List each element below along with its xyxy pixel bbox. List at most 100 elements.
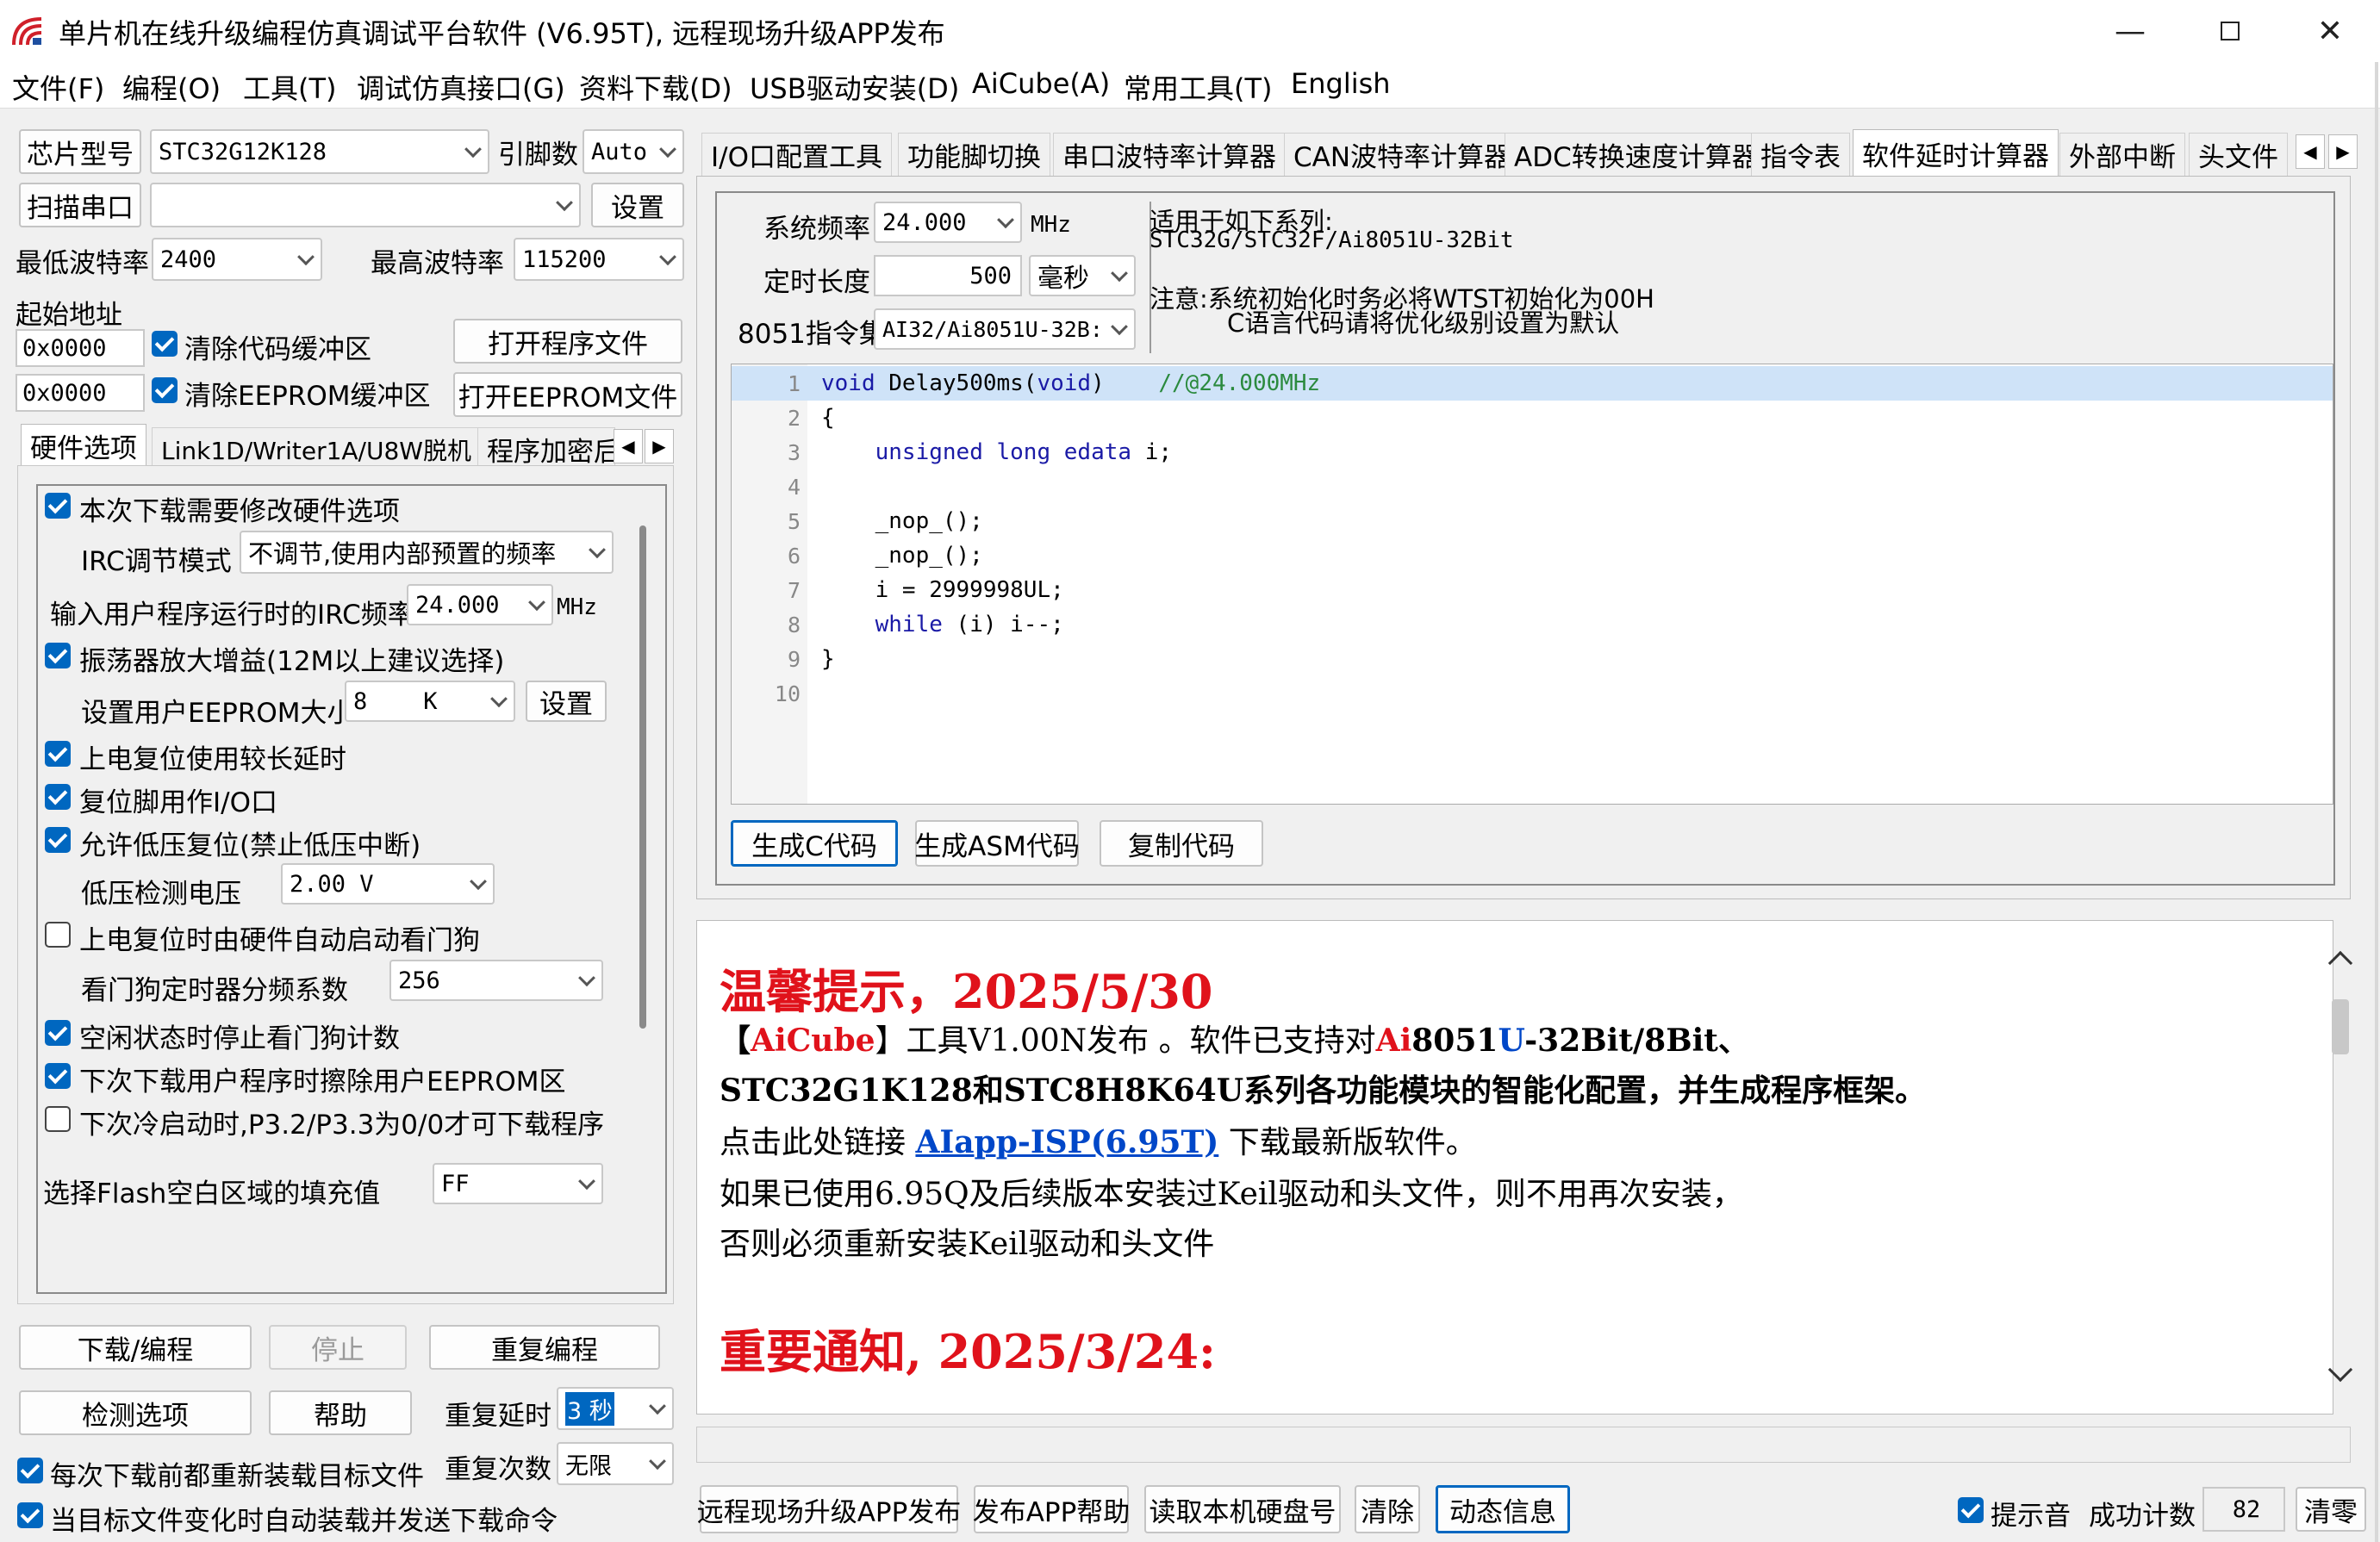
help-button[interactable]: 帮助 (269, 1390, 412, 1435)
port-settings-button[interactable]: 设置 (591, 183, 684, 227)
code-line: 2{ (732, 401, 2333, 435)
reset-count-button[interactable]: 清零 (2296, 1487, 2366, 1532)
chevron-down-icon (464, 140, 482, 159)
reset-io-checkbox[interactable] (45, 784, 71, 810)
min-baud-select[interactable]: 2400 (152, 238, 322, 281)
check-options-button[interactable]: 检测选项 (19, 1390, 252, 1435)
tab-instruction-table[interactable]: 指令表 (1751, 133, 1850, 176)
close-button[interactable]: ✕ (2280, 0, 2380, 62)
info-scroll-thumb[interactable] (2332, 999, 2349, 1054)
menu-downloads[interactable]: 资料下载(D) (579, 67, 732, 107)
sysfreq-select[interactable]: 24.000 (874, 202, 1022, 243)
wdt-idle-label: 空闲状态时停止看门狗计数 (79, 1023, 400, 1054)
duration-input[interactable]: 500 (874, 255, 1022, 296)
tab-external-interrupt[interactable]: 外部中断 (2059, 133, 2185, 176)
read-disk-id-button[interactable]: 读取本机硬盘号 (1144, 1485, 1341, 1533)
remote-upgrade-app-button[interactable]: 远程现场升级APP发布 (697, 1485, 961, 1533)
duration-unit-select[interactable]: 毫秒 (1029, 255, 1136, 296)
flash-fill-label: 选择Flash空白区域的填充值 (43, 1178, 381, 1209)
lvr-checkbox[interactable] (45, 827, 71, 853)
scan-port-button[interactable]: 扫描串口 (19, 183, 141, 227)
code-editor[interactable]: 1 void Delay500ms(void) //@24.000MHz 2{ 3… (731, 364, 2333, 805)
clear-button[interactable]: 清除 (1355, 1485, 1420, 1533)
tab-link1d-offline[interactable]: Link1D/Writer1A/U8W脱机 (152, 427, 481, 470)
tab-header-files[interactable]: 头文件 (2189, 133, 2288, 176)
repeat-count-select[interactable]: 无限 (557, 1442, 674, 1485)
tab-scroll-left-button[interactable]: ◀ (614, 429, 643, 463)
clear-code-buffer-checkbox[interactable] (152, 331, 178, 357)
tab-uart-baud-calc[interactable]: 串口波特率计算器 (1053, 133, 1286, 176)
wdt-idle-checkbox[interactable] (45, 1020, 71, 1046)
menu-aicube[interactable]: AiCube(A) (972, 67, 1110, 100)
app-help-button[interactable]: 发布APP帮助 (973, 1485, 1130, 1533)
generate-c-code-button[interactable]: 生成C代码 (731, 820, 898, 867)
repeat-delay-select[interactable]: 3 秒 (557, 1387, 674, 1430)
eeprom-size-select[interactable]: 8 K (345, 681, 515, 722)
sound-checkbox[interactable] (1958, 1497, 1984, 1523)
lvd-select[interactable]: 2.00 V (281, 863, 495, 905)
p32-p33-checkbox[interactable] (45, 1106, 71, 1132)
code-line: 7 i = 2999998UL; (732, 573, 2333, 607)
repeat-program-button[interactable]: 重复编程 (429, 1325, 660, 1370)
menu-debug[interactable]: 调试仿真接口(G) (357, 67, 565, 107)
open-program-file-button[interactable]: 打开程序文件 (453, 319, 682, 364)
menu-program[interactable]: 编程(O) (122, 67, 221, 107)
reload-before-download-checkbox[interactable] (17, 1458, 43, 1483)
code-line: 5 _nop_(); (732, 504, 2333, 538)
code-text: void Delay500ms(void) //@24.000MHz (821, 370, 1321, 396)
menu-english[interactable]: English (1291, 67, 1391, 100)
menu-usb-driver[interactable]: USB驱动安装(D) (750, 67, 959, 107)
max-baud-select[interactable]: 115200 (514, 238, 684, 281)
scroll-down-icon[interactable] (2327, 1357, 2353, 1383)
long-delay-checkbox[interactable] (45, 741, 71, 767)
copy-code-button[interactable]: 复制代码 (1100, 820, 1263, 867)
open-eeprom-file-button[interactable]: 打开EEPROM文件 (453, 372, 682, 417)
minimize-button[interactable]: — (2080, 0, 2180, 62)
erase-eeprom-checkbox[interactable] (45, 1063, 71, 1089)
chip-model-button[interactable]: 芯片型号 (19, 129, 141, 174)
code-text: } (821, 646, 835, 672)
generate-asm-code-button[interactable]: 生成ASM代码 (914, 820, 1080, 867)
tab-scroll-right-button[interactable]: ▶ (645, 429, 674, 463)
tab-adc-speed-calc[interactable]: ADC转换速度计算器 (1505, 133, 1768, 176)
clear-code-buffer-label: 清除代码缓冲区 (184, 334, 371, 365)
right-tab-scroll-left-button[interactable]: ◀ (2296, 134, 2325, 169)
tab-software-delay-calc[interactable]: 软件延时计算器 (1853, 129, 2059, 177)
flash-fill-select[interactable]: FF (433, 1163, 603, 1204)
wdt-auto-checkbox[interactable] (45, 922, 71, 948)
tab-io-config[interactable]: I/O口配置工具 (701, 133, 892, 176)
tab-program-encryption[interactable]: 程序加密后 (477, 427, 615, 470)
repeat-count-label: 重复次数 (445, 1454, 551, 1485)
menu-tools[interactable]: 工具(T) (243, 67, 337, 107)
eeprom-start-address-input[interactable]: 0x0000 (16, 374, 145, 412)
download-link[interactable]: AIapp-ISP(6.95T) (915, 1124, 1218, 1160)
auto-reload-checkbox[interactable] (17, 1502, 43, 1528)
port-select[interactable] (150, 183, 581, 227)
info-panel-scrollbar[interactable] (2327, 920, 2353, 1415)
irc-mode-select[interactable]: 不调节,使用内部预置的频率 (240, 531, 614, 574)
maximize-button[interactable] (2180, 0, 2280, 62)
tab-pin-switch[interactable]: 功能脚切换 (898, 133, 1050, 176)
stop-button[interactable]: 停止 (269, 1325, 407, 1370)
pins-select[interactable]: Auto (583, 129, 684, 174)
download-program-button[interactable]: 下载/编程 (19, 1325, 252, 1370)
hardware-options-scrollbar[interactable] (639, 525, 646, 1029)
tab-can-baud-calc[interactable]: CAN波特率计算器 (1284, 133, 1521, 176)
long-delay-label: 上电复位使用较长延时 (79, 744, 346, 775)
right-tab-scroll-right-button[interactable]: ▶ (2328, 134, 2358, 169)
chip-model-select[interactable]: STC32G12K128 (150, 129, 489, 174)
irc-freq-select[interactable]: 24.000 (407, 584, 553, 625)
clear-eeprom-buffer-checkbox[interactable] (152, 377, 178, 403)
osc-gain-checkbox[interactable] (45, 643, 71, 668)
wdt-div-select[interactable]: 256 (389, 960, 603, 1001)
dynamic-info-button[interactable]: 动态信息 (1436, 1485, 1570, 1533)
isa-select[interactable]: AI32/Ai8051U-32B: (874, 308, 1136, 350)
modify-hw-checkbox[interactable] (45, 493, 71, 519)
reset-io-label: 复位脚用作I/O口 (79, 787, 277, 818)
menu-file[interactable]: 文件(F) (12, 67, 104, 107)
menu-common-tools[interactable]: 常用工具(T) (1124, 67, 1273, 107)
code-start-address-input[interactable]: 0x0000 (16, 329, 145, 367)
eeprom-size-set-button[interactable]: 设置 (526, 681, 607, 722)
scroll-up-icon[interactable] (2327, 950, 2353, 976)
tab-hardware-options[interactable]: 硬件选项 (21, 424, 146, 467)
